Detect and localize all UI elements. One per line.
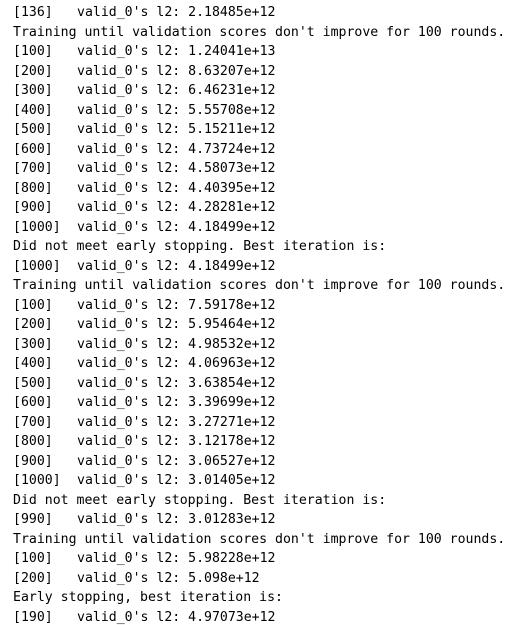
- log-line-entry: [200] valid_0's l2: 5.95464e+12: [13, 315, 517, 335]
- metric-value: valid_0's l2: 3.01405e+12: [77, 473, 276, 488]
- log-line-message: Early stopping, best iteration is:: [13, 590, 283, 605]
- metric-value: valid_0's l2: 3.27271e+12: [77, 414, 276, 430]
- iteration-number: [600]: [13, 395, 53, 410]
- iteration-number: [500]: [13, 375, 53, 391]
- metric-value: valid_0's l2: 5.95464e+12: [77, 317, 276, 332]
- metric-value: valid_0's l2: 5.55708e+12: [77, 102, 276, 118]
- metric-value: valid_0's l2: 3.01283e+12: [77, 512, 276, 527]
- log-line-entry: [190] valid_0's l2: 4.97073e+12: [13, 608, 517, 625]
- metric-value: valid_0's l2: 4.97073e+12: [77, 609, 276, 625]
- log-line-entry: [900] valid_0's l2: 3.06527e+12: [13, 452, 517, 472]
- log-line-entry: [700] valid_0's l2: 3.27271e+12: [13, 413, 517, 433]
- log-line-entry: [100] valid_0's l2: 7.59178e+12: [13, 296, 517, 316]
- log-line-entry: [800] valid_0's l2: 3.12178e+12: [13, 432, 517, 452]
- log-line-entry: [400] valid_0's l2: 5.55708e+12: [13, 101, 517, 121]
- metric-value: valid_0's l2: 1.24041e+13: [77, 44, 276, 59]
- log-line-entry: [400] valid_0's l2: 4.06963e+12: [13, 354, 517, 374]
- iteration-number: [700]: [13, 414, 53, 430]
- log-line-entry: [1000] valid_0's l2: 4.18499e+12: [13, 218, 517, 238]
- metric-value: valid_0's l2: 4.18499e+12: [77, 219, 276, 235]
- iteration-number: [200]: [13, 63, 53, 79]
- log-line-entry: [136] valid_0's l2: 2.18485e+12: [13, 3, 517, 23]
- log-line-message: Did not meet early stopping. Best iterat…: [13, 492, 387, 508]
- iteration-number: [100]: [13, 551, 53, 566]
- iteration-number: [600]: [13, 141, 53, 157]
- iteration-number: [300]: [13, 83, 53, 98]
- log-line-message: Training until validation scores don't i…: [13, 531, 506, 547]
- log-line-entry: [600] valid_0's l2: 3.39699e+12: [13, 393, 517, 413]
- metric-value: valid_0's l2: 8.63207e+12: [77, 63, 276, 79]
- metric-value: valid_0's l2: 4.18499e+12: [77, 258, 276, 274]
- iteration-number: [700]: [13, 161, 53, 176]
- log-line-message: Training until validation scores don't i…: [13, 278, 506, 293]
- iteration-number: [900]: [13, 453, 53, 469]
- log-line-entry: [200] valid_0's l2: 8.63207e+12: [13, 62, 517, 82]
- metric-value: valid_0's l2: 2.18485e+12: [77, 5, 276, 20]
- log-line-entry: [200] valid_0's l2: 5.098e+12: [13, 569, 517, 589]
- iteration-number: [400]: [13, 356, 53, 371]
- log-line-entry: [100] valid_0's l2: 5.98228e+12: [13, 549, 517, 569]
- metric-value: valid_0's l2: 7.59178e+12: [77, 297, 276, 313]
- training-log-output: [136] valid_0's l2: 2.18485e+12 Training …: [0, 0, 517, 625]
- iteration-number: [800]: [13, 434, 53, 449]
- iteration-number: [500]: [13, 122, 53, 137]
- iteration-number: [1000]: [13, 473, 61, 488]
- metric-value: valid_0's l2: 5.15211e+12: [77, 122, 276, 137]
- iteration-number: [900]: [13, 200, 53, 215]
- metric-value: valid_0's l2: 6.46231e+12: [77, 83, 276, 98]
- metric-value: valid_0's l2: 5.98228e+12: [77, 551, 276, 566]
- log-line-message: Training until validation scores don't i…: [13, 24, 506, 40]
- metric-value: valid_0's l2: 4.73724e+12: [77, 141, 276, 157]
- log-line-entry: [1000] valid_0's l2: 4.18499e+12: [13, 257, 517, 277]
- iteration-number: [800]: [13, 180, 53, 196]
- metric-value: valid_0's l2: 3.12178e+12: [77, 434, 276, 449]
- iteration-number: [1000]: [13, 219, 61, 235]
- metric-value: valid_0's l2: 4.28281e+12: [77, 200, 276, 215]
- metric-value: valid_0's l2: 4.40395e+12: [77, 180, 276, 196]
- log-line-entry: [500] valid_0's l2: 5.15211e+12: [13, 120, 517, 140]
- iteration-number: [200]: [13, 570, 53, 586]
- iteration-number: [190]: [13, 609, 53, 625]
- iteration-number: [200]: [13, 317, 53, 332]
- log-line-entry: [800] valid_0's l2: 4.40395e+12: [13, 179, 517, 199]
- log-line-entry: [600] valid_0's l2: 4.73724e+12: [13, 140, 517, 160]
- iteration-number: [100]: [13, 297, 53, 313]
- log-line-entry: [100] valid_0's l2: 1.24041e+13: [13, 42, 517, 62]
- iteration-number: [100]: [13, 44, 53, 59]
- metric-value: valid_0's l2: 4.58073e+12: [77, 161, 276, 176]
- metric-value: valid_0's l2: 5.098e+12: [77, 570, 260, 586]
- metric-value: valid_0's l2: 3.39699e+12: [77, 395, 276, 410]
- metric-value: valid_0's l2: 3.63854e+12: [77, 375, 276, 391]
- log-line-entry: [1000] valid_0's l2: 3.01405e+12: [13, 471, 517, 491]
- iteration-number: [990]: [13, 512, 53, 527]
- log-line-entry: [300] valid_0's l2: 4.98532e+12: [13, 335, 517, 355]
- log-line-entry: [300] valid_0's l2: 6.46231e+12: [13, 81, 517, 101]
- iteration-number: [300]: [13, 336, 53, 352]
- metric-value: valid_0's l2: 3.06527e+12: [77, 453, 276, 469]
- log-line-message: Did not meet early stopping. Best iterat…: [13, 239, 387, 254]
- log-line-entry: [900] valid_0's l2: 4.28281e+12: [13, 198, 517, 218]
- iteration-number: [136]: [13, 5, 53, 20]
- metric-value: valid_0's l2: 4.98532e+12: [77, 336, 276, 352]
- metric-value: valid_0's l2: 4.06963e+12: [77, 356, 276, 371]
- log-line-entry: [700] valid_0's l2: 4.58073e+12: [13, 159, 517, 179]
- log-line-entry: [990] valid_0's l2: 3.01283e+12: [13, 510, 517, 530]
- iteration-number: [400]: [13, 102, 53, 118]
- iteration-number: [1000]: [13, 258, 61, 274]
- log-line-entry: [500] valid_0's l2: 3.63854e+12: [13, 374, 517, 394]
